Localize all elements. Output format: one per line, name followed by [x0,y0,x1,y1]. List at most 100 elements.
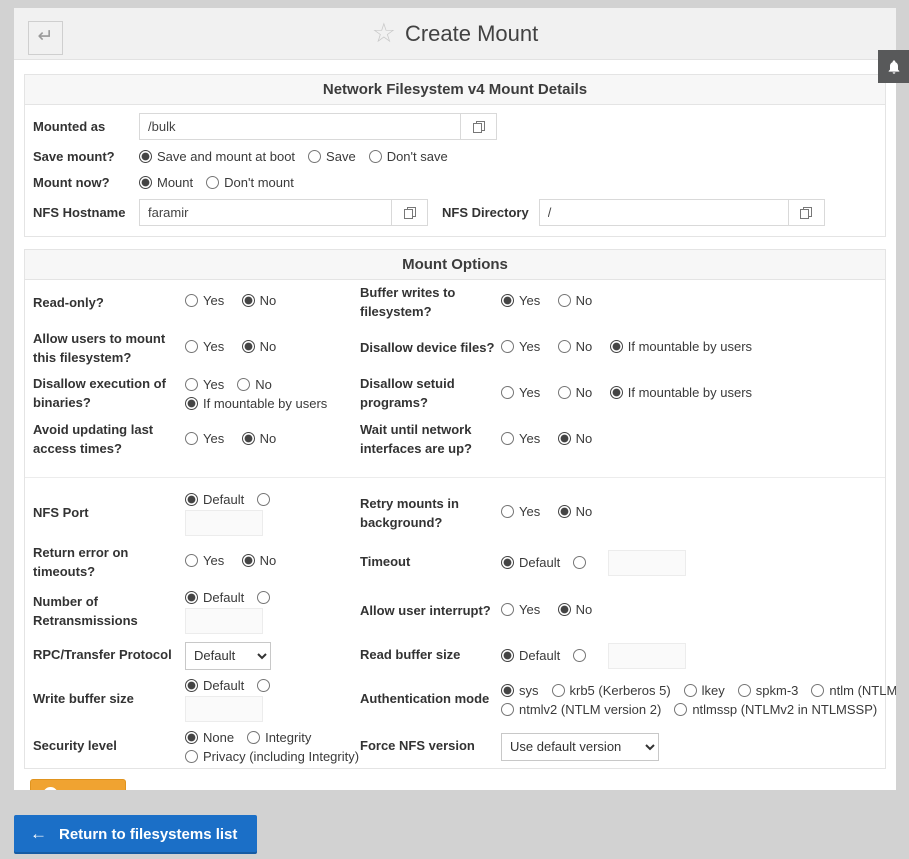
radio-custom[interactable] [573,556,591,569]
timeout-input[interactable] [608,550,686,576]
rpc-protocol-select[interactable]: Default [185,642,271,670]
radio-if-mountable[interactable]: If mountable by users [610,385,752,400]
radio-yes[interactable]: Yes [501,385,540,400]
nfs-port-label: NFS Port [33,504,185,523]
nfs-hostname-input[interactable] [139,199,392,226]
radio-default[interactable]: Default [501,648,560,663]
disallow-exec-options: Yes No If mountable by users [185,377,360,411]
back-button[interactable]: ↵ [28,21,63,55]
mount-now-label: Mount now? [33,174,139,192]
radio-label: spkm-3 [756,683,799,698]
create-button[interactable]: + Create [30,779,126,790]
radio-dont-save[interactable]: Don't save [369,149,448,164]
radio-sys[interactable]: sys [501,683,539,698]
radio-yes[interactable]: Yes [185,377,224,392]
radio-none[interactable]: None [185,730,234,745]
radio-no[interactable]: No [558,602,593,617]
nfs-port-input[interactable] [185,510,263,536]
write-buffer-input[interactable] [185,696,263,722]
radio-ntmlv2[interactable]: ntmlv2 (NTLM version 2) [501,702,661,717]
radio-ntlm[interactable]: ntlm (NTLM) [811,683,896,698]
rpc-protocol-label: RPC/Transfer Protocol [33,646,185,665]
radio-custom[interactable] [257,679,275,692]
radio-input [185,340,198,353]
return-arrow-icon: ↵ [38,26,54,47]
radio-input [501,649,514,662]
radio-integrity[interactable]: Integrity [247,730,311,745]
radio-no[interactable]: No [242,293,277,308]
favorite-star-icon[interactable]: ☆ [372,20,396,47]
auth-mode-options: sys krb5 (Kerberos 5) lkey spkm-3 ntlm (… [501,683,896,717]
radio-yes[interactable]: Yes [501,293,540,308]
radio-no[interactable]: No [558,339,593,354]
radio-yes[interactable]: Yes [185,293,224,308]
radio-custom[interactable] [573,649,591,662]
force-version-select[interactable]: Use default version [501,733,659,761]
radio-dont-mount[interactable]: Don't mount [206,175,294,190]
radio-label: No [260,553,277,568]
radio-no[interactable]: No [242,431,277,446]
radio-input [501,603,514,616]
mounted-as-input[interactable] [139,113,461,140]
radio-label: No [576,293,593,308]
buffer-writes-options: Yes No [501,293,877,312]
radio-custom[interactable] [257,493,275,506]
radio-custom[interactable] [257,591,275,604]
radio-label: Save and mount at boot [157,149,295,164]
nfs-hostname-chooser-button[interactable] [392,199,428,226]
radio-input [257,493,270,506]
radio-yes[interactable]: Yes [185,553,224,568]
return-to-filesystems-button[interactable]: ← Return to filesystems list [14,815,257,854]
mounted-as-chooser-button[interactable] [461,113,497,140]
page-header: ↵ ☆ Create Mount [14,8,896,60]
radio-yes[interactable]: Yes [501,339,540,354]
radio-label: No [576,431,593,446]
radio-save-and-mount-at-boot[interactable]: Save and mount at boot [139,149,295,164]
radio-if-mountable[interactable]: If mountable by users [185,396,327,411]
retransmissions-input[interactable] [185,608,263,634]
nfs-directory-input[interactable] [539,199,789,226]
radio-no[interactable]: No [558,293,593,308]
radio-default[interactable]: Default [185,590,244,605]
details-section: Network Filesystem v4 Mount Details Moun… [24,74,886,237]
radio-label: No [576,504,593,519]
radio-lkey[interactable]: lkey [684,683,725,698]
radio-input [237,378,250,391]
radio-krb5[interactable]: krb5 (Kerberos 5) [552,683,671,698]
radio-default[interactable]: Default [185,678,244,693]
radio-mount[interactable]: Mount [139,175,193,190]
radio-yes[interactable]: Yes [501,504,540,519]
radio-if-mountable[interactable]: If mountable by users [610,339,752,354]
radio-default[interactable]: Default [185,492,244,507]
nfs-hostname-group [139,199,428,226]
allow-interrupt-options: Yes No [501,602,877,621]
radio-label: Don't mount [224,175,294,190]
radio-yes[interactable]: Yes [185,339,224,354]
radio-spkm3[interactable]: spkm-3 [738,683,799,698]
nfs-directory-chooser-button[interactable] [789,199,825,226]
radio-save[interactable]: Save [308,149,356,164]
radio-yes[interactable]: Yes [185,431,224,446]
radio-privacy[interactable]: Privacy (including Integrity) [185,749,359,764]
radio-no[interactable]: No [558,504,593,519]
radio-no[interactable]: No [558,431,593,446]
notifications-tab[interactable] [878,50,909,83]
form-row: Write buffer size Default Authentication… [25,674,885,726]
read-buffer-input[interactable] [608,643,686,669]
radio-ntlmssp[interactable]: ntlmssp (NTLMv2 in NTLMSSP) [674,702,877,717]
radio-yes[interactable]: Yes [501,431,540,446]
radio-no[interactable]: No [242,339,277,354]
radio-no[interactable]: No [558,385,593,400]
radio-no[interactable]: No [237,377,272,392]
radio-input [558,603,571,616]
radio-default[interactable]: Default [501,555,560,570]
radio-label: Privacy (including Integrity) [203,749,359,764]
radio-label: Integrity [265,730,311,745]
radio-no[interactable]: No [242,553,277,568]
radio-input [206,176,219,189]
nfs-hostname-label: NFS Hostname [33,204,139,222]
return-error-options: Yes No [185,553,360,572]
allow-users-label: Allow users to mount this filesystem? [33,330,185,368]
radio-yes[interactable]: Yes [501,602,540,617]
radio-input [185,378,198,391]
